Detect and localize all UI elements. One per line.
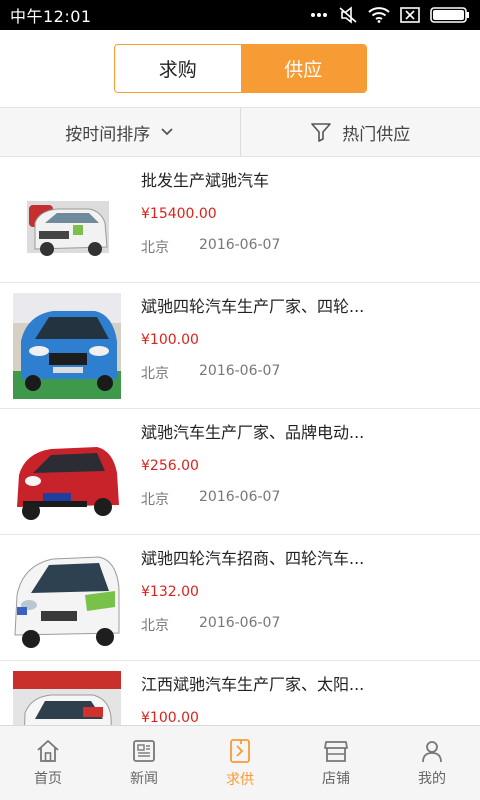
item-location: 北京 [141, 240, 169, 256]
filter-bar: 按时间排序 热门供应 [0, 107, 480, 157]
nav-shop-label: 店铺 [322, 770, 350, 787]
nav-shop[interactable]: 店铺 [288, 726, 384, 800]
nav-news-label: 新闻 [130, 770, 158, 787]
tab-buy[interactable]: 求购 [115, 45, 241, 92]
item-title: 斌驰汽车生产厂家、品牌电动... [141, 423, 365, 442]
user-icon [422, 740, 442, 762]
list-item[interactable]: 斌驰四轮汽车招商、四轮汽车... ¥132.00 北京 2016-06-07 [0, 535, 480, 661]
list-item[interactable]: 江西斌驰汽车生产厂家、太阳... ¥100.00 [0, 661, 480, 725]
item-location: 北京 [141, 492, 169, 508]
sim-off-icon [400, 7, 420, 23]
item-title: 批发生产斌驰汽车 [141, 171, 270, 190]
more-dots-icon [311, 13, 327, 17]
status-time: 中午12:01 [10, 7, 92, 26]
item-price: ¥100.00 [141, 332, 199, 348]
product-list: 批发生产斌驰汽车 ¥15400.00 北京 2016-06-07 斌驰四轮汽车生… [0, 157, 480, 725]
sort-label: 按时间排序 [65, 124, 151, 145]
wifi-icon [368, 7, 390, 23]
supply-icon [230, 738, 250, 763]
mute-icon [339, 6, 357, 24]
bottom-nav: 首页 新闻 求供 店铺 我的 [0, 725, 480, 800]
item-price: ¥15400.00 [141, 206, 217, 222]
filter-icon [311, 123, 332, 142]
item-date: 2016-06-07 [199, 489, 281, 505]
item-title: 江西斌驰汽车生产厂家、太阳... [141, 675, 365, 694]
nav-supply[interactable]: 求供 [192, 726, 288, 800]
item-price: ¥132.00 [141, 584, 199, 600]
status-bar: 中午12:01 [0, 0, 480, 30]
chevron-down-icon [161, 128, 173, 136]
product-image [13, 293, 121, 399]
header: 求购 供应 [0, 30, 480, 107]
product-image [13, 419, 121, 525]
list-item[interactable]: 斌驰四轮汽车生产厂家、四轮... ¥100.00 北京 2016-06-07 [0, 283, 480, 409]
item-price: ¥256.00 [141, 458, 199, 474]
nav-home-label: 首页 [34, 770, 62, 787]
product-image [13, 671, 121, 725]
nav-mine-label: 我的 [418, 770, 446, 787]
battery-icon [430, 7, 469, 23]
item-location: 北京 [141, 618, 169, 634]
nav-mine[interactable]: 我的 [384, 726, 480, 800]
list-item[interactable]: 批发生产斌驰汽车 ¥15400.00 北京 2016-06-07 [0, 157, 480, 283]
news-icon [133, 739, 155, 762]
product-image [13, 167, 121, 273]
hot-supply-button[interactable]: 热门供应 [241, 108, 480, 156]
status-icons [310, 6, 470, 24]
nav-supply-label: 求供 [226, 771, 254, 788]
item-title: 斌驰四轮汽车招商、四轮汽车... [141, 549, 365, 568]
item-date: 2016-06-07 [199, 363, 281, 379]
home-icon [37, 739, 59, 762]
item-title: 斌驰四轮汽车生产厂家、四轮... [141, 297, 365, 316]
item-date: 2016-06-07 [199, 615, 281, 631]
list-item[interactable]: 斌驰汽车生产厂家、品牌电动... ¥256.00 北京 2016-06-07 [0, 409, 480, 535]
nav-home[interactable]: 首页 [0, 726, 96, 800]
tab-supply[interactable]: 供应 [240, 45, 366, 92]
buy-supply-toggle: 求购 供应 [114, 44, 367, 93]
product-image [13, 545, 121, 651]
shop-icon [324, 740, 348, 762]
item-date: 2016-06-07 [199, 237, 281, 253]
item-price: ¥100.00 [141, 710, 199, 725]
nav-news[interactable]: 新闻 [96, 726, 192, 800]
hot-supply-label: 热门供应 [342, 124, 411, 145]
item-location: 北京 [141, 366, 169, 382]
sort-by-time-button[interactable]: 按时间排序 [0, 108, 240, 156]
